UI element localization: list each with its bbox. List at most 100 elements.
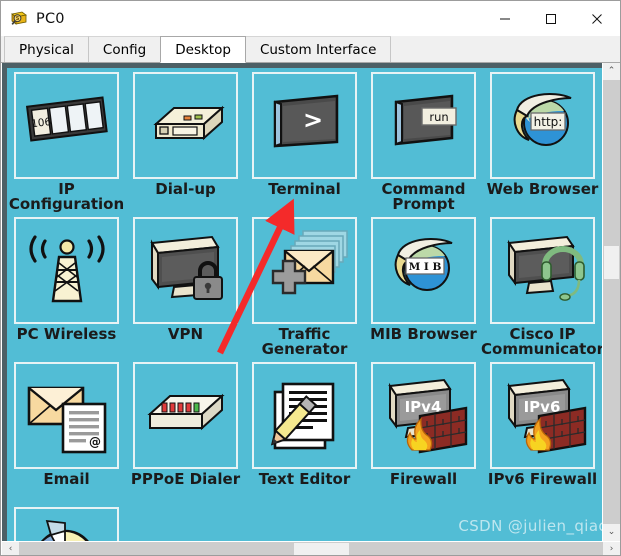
desktop-item-pppoe-dialer[interactable]: PPPoE Dialer: [126, 358, 245, 503]
web-browser-badge: http:: [533, 115, 562, 129]
tab-bar: Physical Config Desktop Custom Interface: [1, 36, 620, 63]
desktop-item-label: PC Wireless: [16, 325, 117, 343]
desktop-item-label: VPN: [167, 325, 204, 343]
vertical-scrollbar[interactable]: ⌃ ⌄: [602, 63, 620, 541]
desktop-item-label: Terminal: [268, 180, 341, 198]
vpn-icon: [149, 235, 223, 300]
desktop-item-command-prompt[interactable]: run Command Prompt: [364, 68, 483, 213]
icon-box: @: [14, 362, 119, 469]
watermark-text: CSDN @julien_qiao: [458, 517, 608, 535]
icon-box: [490, 217, 595, 324]
text-editor-icon: [270, 382, 334, 449]
horizontal-scrollbar-thumb[interactable]: [294, 543, 349, 555]
desktop-item-label: IPv6 Firewall: [487, 470, 598, 488]
desktop-item-cisco-ip-communicator[interactable]: Cisco IP Communicator: [481, 213, 604, 358]
pc-wireless-icon: [28, 234, 105, 302]
desktop-item-label: PPPoE Dialer: [130, 470, 241, 488]
desktop-item-mib-browser[interactable]: M I B MIB Browser: [364, 213, 483, 358]
icon-box: [133, 217, 238, 324]
maximize-icon: [546, 13, 556, 24]
pc0-window: S PC0 Physical Config Desktop Custom Int…: [0, 0, 621, 556]
mib-browser-icon: M I B: [394, 237, 452, 291]
tab-config[interactable]: Config: [87, 36, 162, 62]
desktop-icon-grid: 106 IP Configuration Dial-up > Terminal …: [7, 68, 604, 541]
maximize-button[interactable]: [528, 1, 574, 36]
ipv6-firewall-icon: IPv6: [506, 378, 586, 453]
icon-box: [252, 362, 357, 469]
tab-custom-interface[interactable]: Custom Interface: [244, 36, 392, 62]
desktop-item-monitor[interactable]: [7, 503, 126, 541]
minimize-button[interactable]: [482, 1, 528, 36]
cisco-ip-communicator-icon: [506, 235, 585, 301]
close-button[interactable]: [574, 1, 620, 36]
terminal-badge: >: [303, 106, 323, 134]
icon-box: [133, 72, 238, 179]
traffic-generator-icon: [271, 229, 348, 294]
monitor-pie-chart-icon: [40, 519, 89, 541]
command-prompt-icon: run: [394, 94, 457, 145]
svg-text:S: S: [16, 16, 20, 22]
email-badge: @: [89, 435, 101, 449]
tab-desktop[interactable]: Desktop: [160, 36, 246, 63]
title-bar: S PC0: [1, 1, 620, 36]
chevron-down-icon: ⌄: [607, 527, 616, 537]
packet-tracer-icon: S: [10, 10, 28, 28]
horizontal-scrollbar[interactable]: ‹ ›: [2, 541, 620, 555]
desktop-item-label: MIB Browser: [370, 325, 477, 343]
desktop-item-pc-wireless[interactable]: PC Wireless: [7, 213, 126, 358]
desktop-item-label: Web Browser: [486, 180, 599, 198]
close-icon: [592, 13, 602, 24]
desktop-item-label: Traffic Generator: [261, 325, 348, 358]
dial-up-icon: [152, 105, 225, 140]
mib-browser-badge: M I B: [408, 261, 441, 273]
command-prompt-badge: run: [429, 110, 448, 124]
desktop-item-label: Cisco IP Communicator: [481, 325, 604, 358]
icon-box: [133, 362, 238, 469]
title-bar-left: S PC0: [1, 10, 482, 28]
tab-physical[interactable]: Physical: [4, 36, 89, 62]
scroll-down-button[interactable]: ⌄: [603, 524, 620, 541]
icon-box: [252, 217, 357, 324]
scroll-right-button[interactable]: ›: [603, 542, 620, 555]
icon-box: 106: [14, 72, 119, 179]
window-title: PC0: [36, 10, 65, 27]
desktop-item-email[interactable]: @ Email: [7, 358, 126, 503]
firewall-icon: IPv4: [387, 378, 467, 453]
desktop-item-vpn[interactable]: VPN: [126, 213, 245, 358]
scroll-up-button[interactable]: ⌃: [603, 63, 620, 80]
icon-box: [14, 217, 119, 324]
icon-box: IPv4: [371, 362, 476, 469]
chevron-up-icon: ⌃: [607, 66, 616, 76]
desktop-item-firewall[interactable]: IPv4 Firewall: [364, 358, 483, 503]
desktop-item-dial-up[interactable]: Dial-up: [126, 68, 245, 213]
desktop-item-ip-configuration[interactable]: 106 IP Configuration: [7, 68, 126, 213]
scroll-left-button[interactable]: ‹: [2, 542, 19, 555]
chevron-left-icon: ‹: [8, 543, 13, 554]
desktop-item-traffic-generator[interactable]: Traffic Generator: [245, 213, 364, 358]
minimize-icon: [500, 18, 510, 19]
ip-configuration-icon: 106: [25, 95, 108, 142]
chevron-right-icon: ›: [609, 543, 614, 554]
icon-box: run: [371, 72, 476, 179]
desktop-item-text-editor[interactable]: Text Editor: [245, 358, 364, 503]
terminal-icon: >: [273, 94, 338, 147]
desktop-item-label: Command Prompt: [381, 180, 466, 213]
desktop-panel: 106 IP Configuration Dial-up > Terminal …: [2, 63, 620, 541]
vertical-scrollbar-thumb[interactable]: [604, 246, 619, 279]
desktop-item-label: Dial-up: [155, 180, 216, 198]
desktop-item-label: Text Editor: [258, 470, 351, 488]
icon-box: http:: [490, 72, 595, 179]
desktop-item-terminal[interactable]: > Terminal: [245, 68, 364, 213]
email-icon: @: [27, 386, 106, 453]
icon-box: >: [252, 72, 357, 179]
icon-box: IPv6: [490, 362, 595, 469]
desktop-item-label: Email: [43, 470, 90, 488]
ip-configuration-badge: 106: [30, 115, 52, 129]
web-browser-icon: http:: [513, 92, 571, 146]
desktop-item-label: Firewall: [389, 470, 458, 488]
desktop-item-ipv6-firewall[interactable]: IPv6 IPv6 Firewall: [483, 358, 602, 503]
icon-box: [14, 507, 119, 541]
desktop-item-label: IP Configuration: [8, 180, 125, 213]
desktop-item-web-browser[interactable]: http: Web Browser: [483, 68, 602, 213]
icon-box: M I B: [371, 217, 476, 324]
